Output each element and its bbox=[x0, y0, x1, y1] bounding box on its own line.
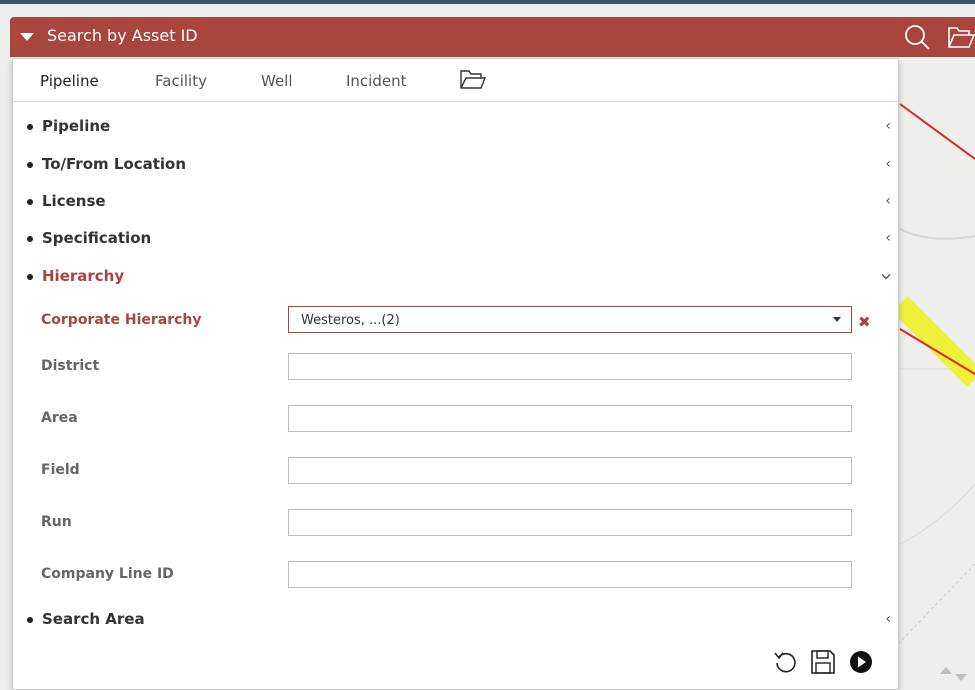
district-label: District bbox=[41, 358, 100, 374]
run-search-icon[interactable] bbox=[848, 649, 874, 675]
section-label: Hierarchy bbox=[42, 267, 125, 285]
run-field[interactable] bbox=[288, 509, 852, 536]
area-label: Area bbox=[41, 410, 78, 426]
chevron-left-icon[interactable]: ‹ bbox=[885, 611, 891, 627]
saved-searches-folder-icon[interactable] bbox=[459, 69, 487, 91]
field-label: Field bbox=[41, 462, 80, 478]
section-label: Specification bbox=[42, 229, 152, 247]
area-field[interactable] bbox=[288, 405, 852, 432]
save-icon[interactable] bbox=[810, 649, 836, 675]
section-hierarchy[interactable]: Hierarchy bbox=[13, 264, 898, 292]
bullet-icon bbox=[27, 162, 33, 168]
header-title: Search by Asset ID bbox=[47, 26, 198, 45]
section-specification[interactable]: Specification ‹ bbox=[13, 226, 898, 254]
company-line-id-label: Company Line ID bbox=[41, 566, 174, 582]
section-search-area[interactable]: Search Area ‹ bbox=[13, 607, 898, 635]
section-label: To/From Location bbox=[42, 155, 187, 173]
bullet-icon bbox=[27, 617, 33, 623]
tab-pipeline[interactable]: Pipeline bbox=[40, 72, 99, 90]
clear-selection-icon[interactable]: ✖ bbox=[858, 313, 871, 331]
run-label: Run bbox=[41, 514, 72, 530]
chevron-down-icon[interactable] bbox=[881, 273, 891, 281]
corporate-hierarchy-label: Corporate Hierarchy bbox=[41, 312, 202, 328]
chevron-left-icon[interactable]: ‹ bbox=[885, 118, 891, 134]
bullet-icon bbox=[27, 124, 33, 130]
tab-incident[interactable]: Incident bbox=[346, 72, 406, 90]
company-line-id-field[interactable] bbox=[288, 561, 852, 588]
reset-icon[interactable] bbox=[773, 649, 799, 675]
field-field[interactable] bbox=[288, 457, 852, 484]
search-header-bar[interactable]: Search by Asset ID bbox=[10, 17, 975, 57]
section-label: Pipeline bbox=[42, 117, 111, 135]
dropdown-arrow-icon[interactable] bbox=[833, 317, 841, 322]
chevron-left-icon[interactable]: ‹ bbox=[885, 230, 891, 246]
section-pipeline[interactable]: Pipeline ‹ bbox=[13, 114, 898, 142]
collapse-caret-icon[interactable] bbox=[20, 33, 34, 41]
section-license[interactable]: License ‹ bbox=[13, 189, 898, 217]
section-label: Search Area bbox=[42, 610, 145, 628]
tab-facility[interactable]: Facility bbox=[155, 72, 207, 90]
search-icon[interactable] bbox=[903, 23, 931, 51]
bullet-icon bbox=[27, 236, 33, 242]
open-folder-icon[interactable] bbox=[947, 23, 975, 51]
bullet-icon bbox=[27, 199, 33, 205]
selected-value: Westeros, ...(2) bbox=[301, 313, 400, 328]
search-panel: Pipeline Facility Well Incident Pipeline… bbox=[12, 58, 899, 690]
bullet-icon bbox=[27, 274, 33, 280]
tab-well[interactable]: Well bbox=[261, 72, 293, 90]
chevron-left-icon[interactable]: ‹ bbox=[885, 156, 891, 172]
section-to-from-location[interactable]: To/From Location ‹ bbox=[13, 152, 898, 180]
section-label: License bbox=[42, 192, 106, 210]
district-field[interactable] bbox=[288, 353, 852, 380]
asset-type-tabs: Pipeline Facility Well Incident bbox=[13, 59, 898, 102]
chevron-left-icon[interactable]: ‹ bbox=[885, 193, 891, 209]
corporate-hierarchy-select[interactable]: Westeros, ...(2) bbox=[288, 306, 852, 333]
